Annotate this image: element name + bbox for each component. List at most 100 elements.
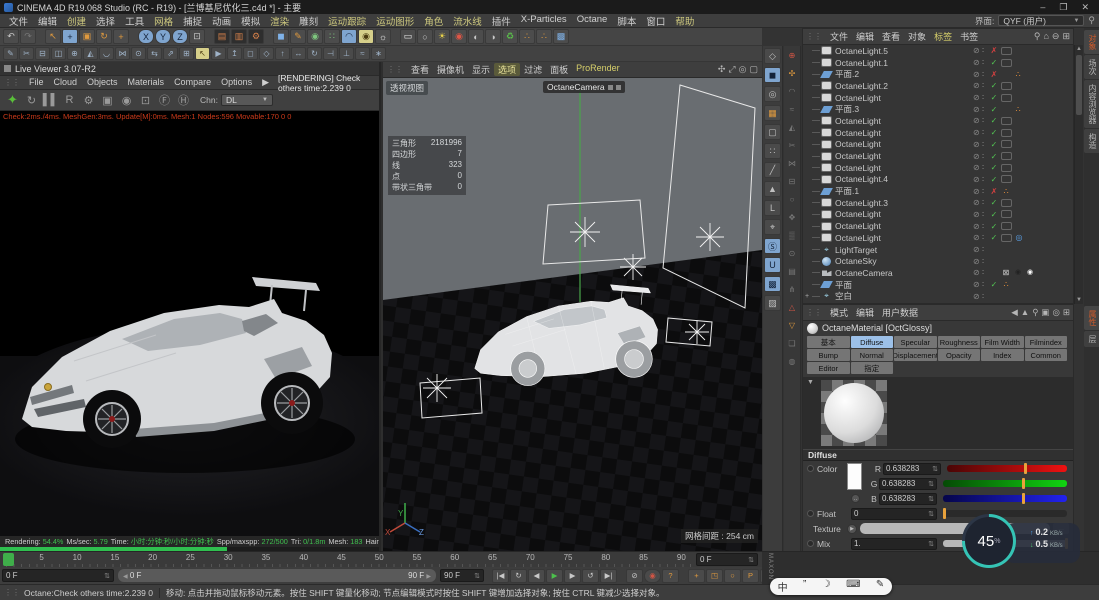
sculpt-pinch-icon[interactable]: ⋈	[785, 156, 799, 170]
mix-value-field[interactable]: 1. ⇅	[851, 537, 937, 550]
object-tag-icon[interactable]	[1013, 292, 1023, 301]
object-tag-icon[interactable]	[1026, 198, 1036, 207]
object-tag-icon[interactable]	[1001, 58, 1012, 67]
object-tag-icon[interactable]	[1001, 257, 1011, 266]
object-tag-icon[interactable]	[1013, 257, 1023, 266]
render-preview[interactable]	[0, 121, 379, 536]
object-tag-icon[interactable]	[1001, 81, 1012, 90]
channel-button[interactable]: Specular	[894, 336, 937, 348]
axis-mode-icon[interactable]: L	[764, 200, 781, 216]
menu-item[interactable]: 文件	[4, 14, 33, 28]
layer-icon[interactable]	[973, 152, 982, 161]
object-tag-icon[interactable]	[1001, 46, 1012, 55]
key-rotation-button[interactable]: ○	[724, 568, 741, 583]
channel-button[interactable]: 基本	[807, 336, 850, 348]
object-row[interactable]: OctaneLight ✓	[803, 209, 1073, 221]
octane-texture-env-icon[interactable]: ◐	[468, 29, 484, 44]
object-tag-icon[interactable]	[1014, 93, 1024, 102]
scroll-up-icon[interactable]: ▲	[1075, 46, 1083, 52]
sculpt-layer-icon[interactable]: ❏	[785, 336, 799, 350]
set-point-value-icon[interactable]: ⊙	[131, 47, 146, 60]
layer-icon[interactable]	[973, 222, 982, 231]
layer-icon[interactable]	[973, 268, 982, 277]
object-row[interactable]: OctaneLight ✓	[803, 150, 1073, 162]
visibility-dots-icon[interactable]	[982, 140, 989, 149]
menu-item[interactable]: 模拟	[236, 14, 265, 28]
material-picker-icon[interactable]: Ⓗ	[175, 92, 192, 109]
weld-icon[interactable]: ⊕	[67, 47, 82, 60]
inner-extrude-icon[interactable]: ◻	[243, 47, 258, 60]
select-pass-icon[interactable]: ▶	[211, 47, 226, 60]
viewport-menu-item[interactable]: 显示	[468, 63, 494, 76]
extrude-icon[interactable]: ↥	[227, 47, 242, 60]
texture-mode-icon[interactable]: ◎	[764, 86, 781, 102]
object-tag-icon[interactable]	[1013, 280, 1023, 290]
pause-render-icon[interactable]: ▌▌	[42, 92, 59, 109]
add-cube-icon[interactable]: ◼	[273, 29, 289, 44]
object-type-icon[interactable]	[821, 128, 832, 138]
object-tag-icon[interactable]	[1026, 93, 1036, 102]
object-tag-icon[interactable]	[1025, 104, 1035, 114]
points-mode-icon[interactable]: ∷	[764, 143, 781, 159]
object-name[interactable]: OctaneLight.3	[835, 198, 973, 208]
menu-item[interactable]: 捕捉	[178, 14, 207, 28]
object-tag-icon[interactable]: ∴	[1013, 105, 1023, 114]
enable-toggle[interactable]: ✓	[989, 93, 999, 102]
matrix-extrude-icon[interactable]: ⊞	[179, 47, 194, 60]
end-frame-field[interactable]: 90 F ⇅	[440, 569, 484, 582]
visibility-dots-icon[interactable]	[982, 245, 989, 254]
layer-icon[interactable]	[973, 245, 982, 254]
menu-item[interactable]: X-Particles	[516, 14, 572, 28]
subdivide-up-icon[interactable]: △	[785, 300, 799, 314]
channel-button[interactable]: Common	[1024, 349, 1067, 361]
object-tag-icon[interactable]	[1026, 222, 1036, 231]
g-value-field[interactable]: 0.638283 ⇅	[879, 477, 937, 490]
enable-toggle[interactable]: ✓	[989, 81, 999, 90]
pen-tool-icon[interactable]: ✎	[290, 29, 306, 44]
visibility-dots-icon[interactable]	[982, 152, 989, 161]
object-tag-icon[interactable]: ∴	[1001, 187, 1011, 196]
camera-toggle-icon[interactable]	[607, 84, 613, 90]
region-render-icon[interactable]: R	[61, 92, 78, 109]
menu-item[interactable]: 帮助	[670, 14, 699, 28]
auto-switch-mode-icon[interactable]: ↖	[195, 47, 210, 60]
ime-fullwidth-icon[interactable]: ☽	[822, 579, 831, 594]
tweak-mode-icon[interactable]: ⌖	[764, 219, 781, 235]
interface-dropdown[interactable]: QYF (用户) ▼	[998, 15, 1085, 26]
layer-icon[interactable]	[973, 257, 982, 266]
frame-range-slider[interactable]: ◀ 0 F 90 F ▶	[118, 569, 436, 582]
line-cut-icon[interactable]: ✂	[19, 47, 34, 60]
object-type-icon[interactable]	[821, 257, 832, 266]
lock-y-icon[interactable]: Y	[155, 29, 171, 44]
object-row[interactable]: 平面 ✓ ∴	[803, 279, 1073, 291]
menu-item[interactable]: 雕刻	[294, 14, 323, 28]
menu-item[interactable]: 动画	[207, 14, 236, 28]
mirror-sculpt-icon[interactable]: ⋔	[785, 282, 799, 296]
current-frame-field[interactable]: 0 F ⇅	[2, 569, 114, 582]
anim-dot-icon[interactable]	[807, 510, 814, 517]
object-tag-icon[interactable]	[1001, 140, 1012, 149]
lock-workplane-icon[interactable]: ▩	[764, 276, 781, 292]
view-label[interactable]: 透视视图	[386, 81, 429, 95]
manager-tab[interactable]: 构造	[1084, 129, 1099, 153]
enable-toggle[interactable]: ✓	[989, 152, 999, 161]
polygons-mode-icon[interactable]: ▲	[764, 181, 781, 197]
live-viewer-menu-item[interactable]: Compare	[169, 77, 216, 88]
om-menu-item[interactable]: 查看	[878, 30, 904, 43]
enable-toggle[interactable]: ✓	[989, 198, 999, 207]
disconnect-icon[interactable]: ⊥	[339, 47, 354, 60]
object-name[interactable]: 平面	[835, 279, 973, 291]
optimize-icon[interactable]: ∗	[371, 47, 386, 60]
visibility-dots-icon[interactable]	[982, 292, 989, 301]
menu-item[interactable]: 角色	[419, 14, 448, 28]
object-tag-icon[interactable]	[1014, 58, 1024, 67]
object-tag-icon[interactable]	[1001, 222, 1012, 231]
object-name[interactable]: OctaneLight	[835, 233, 973, 243]
visibility-dots-icon[interactable]	[982, 128, 989, 137]
redo-icon[interactable]: ↷	[20, 29, 36, 44]
camera-icon[interactable]: ◉	[358, 29, 374, 44]
bake-sculpt-icon[interactable]: ◍	[785, 354, 799, 368]
layer-icon[interactable]	[973, 175, 982, 184]
visibility-dots-icon[interactable]	[982, 198, 989, 207]
object-row[interactable]: OctaneLight ✓	[803, 92, 1073, 104]
